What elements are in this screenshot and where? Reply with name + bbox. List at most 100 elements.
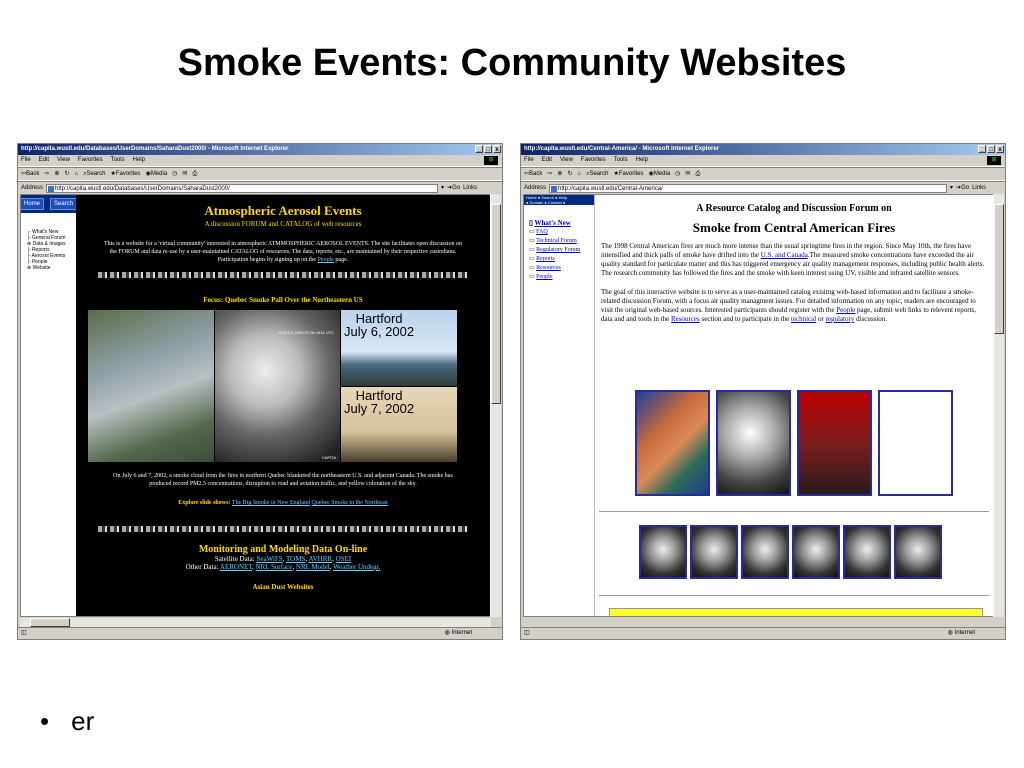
scroll-thumb[interactable] (994, 204, 1004, 334)
print-icon[interactable]: ⎙ (192, 168, 197, 180)
side-link-resources[interactable]: ▭ Resources (529, 264, 594, 273)
satellite-thumbnail[interactable] (690, 525, 738, 579)
horizontal-scrollbar[interactable] (20, 618, 491, 627)
toms-link[interactable]: TOMS (286, 555, 305, 563)
menu-view[interactable]: View (57, 155, 70, 166)
seawifs-link[interactable]: SeaWiFS (256, 555, 282, 563)
forward-icon[interactable]: ⇨ (44, 168, 49, 180)
technical-link[interactable]: technical (791, 315, 816, 323)
history-icon[interactable]: ◷ (172, 168, 177, 180)
satellite-thumbnail[interactable] (894, 525, 942, 579)
scroll-thumb[interactable] (491, 204, 501, 404)
vertical-scrollbar[interactable] (993, 194, 1004, 617)
forward-icon[interactable]: ⇨ (547, 168, 552, 180)
favorites-button[interactable]: ★Favorites (110, 168, 140, 180)
satellite-thumbnail[interactable] (639, 525, 687, 579)
us-canada-link[interactable]: U.S. and Canada (761, 251, 808, 259)
menu-help[interactable]: Help (636, 155, 648, 166)
hartford-photo-july7: Hartford July 7, 2002 (341, 387, 457, 462)
internet-zone: ◍ Internet (947, 630, 975, 636)
close-button[interactable]: x (493, 145, 501, 153)
menu-file[interactable]: File (524, 155, 534, 166)
satellite-thumbnail[interactable] (843, 525, 891, 579)
tree-item[interactable]: ⊕ Website (27, 265, 76, 271)
menu-file[interactable]: File (21, 155, 31, 166)
nrl-model-link[interactable]: NRL Model (296, 563, 330, 571)
side-link-faq[interactable]: ▭ FAQ (529, 228, 594, 237)
side-link-whats-new[interactable]: ▯ What's New (529, 219, 594, 228)
maximize-button[interactable]: □ (987, 145, 995, 153)
stop-icon[interactable]: ⊗ (557, 168, 562, 180)
menu-edit[interactable]: Edit (39, 155, 49, 166)
status-bar: ◫ ◍ Internet (521, 627, 1005, 639)
home-icon[interactable]: ⌂ (577, 168, 581, 180)
home-nav-button[interactable]: Home (21, 198, 44, 210)
close-button[interactable]: x (996, 145, 1004, 153)
weather-underground-link[interactable]: Weather Undegr. (333, 563, 380, 571)
minimize-button[interactable]: _ (978, 145, 986, 153)
page-icon (551, 185, 558, 192)
regulatory-link[interactable]: regulatory (826, 315, 855, 323)
sky-photo-smoke[interactable] (797, 390, 872, 496)
favorites-button[interactable]: ★Favorites (613, 168, 643, 180)
menu-view[interactable]: View (560, 155, 573, 166)
menu-edit[interactable]: Edit (542, 155, 552, 166)
address-input[interactable]: http://capita.wustl.edu/Central-America/ (549, 183, 948, 193)
resources-link[interactable]: Resources (671, 315, 700, 323)
satellite-image-color[interactable] (635, 390, 710, 496)
top-nav-strip[interactable]: Home ● Search ● Help ● Domain ● Contact … (524, 195, 594, 205)
vertical-scrollbar[interactable] (490, 194, 501, 617)
minimize-button[interactable]: _ (475, 145, 483, 153)
back-button[interactable]: ⇦Back (524, 168, 542, 180)
mail-icon[interactable]: ✉ (685, 168, 690, 180)
satellite-thumbnail[interactable] (792, 525, 840, 579)
menu-tools[interactable]: Tools (614, 155, 628, 166)
side-link-regulatory-forum[interactable]: ▭ Regulatory Forum (529, 246, 594, 255)
osei-link[interactable]: OSEI (336, 555, 352, 563)
back-button[interactable]: ⇦Back (21, 168, 39, 180)
aeronet-link[interactable]: AERONET (220, 563, 252, 571)
slideshow-link-new-england[interactable]: The Big Smoke in New England (232, 500, 310, 506)
menu-tools[interactable]: Tools (111, 155, 125, 166)
links-button[interactable]: Links (463, 182, 477, 194)
folder-icon: ▭ (529, 247, 535, 253)
print-icon[interactable]: ⎙ (695, 168, 700, 180)
avhrr-link[interactable]: AVHRR (308, 555, 332, 563)
divider (599, 595, 989, 596)
menu-favorites[interactable]: Favorites (581, 155, 606, 166)
side-link-reports[interactable]: ▭ Reports (529, 255, 594, 264)
satellite-thumbnail[interactable] (741, 525, 789, 579)
home-icon[interactable]: ⌂ (74, 168, 78, 180)
address-dropdown-icon[interactable]: ▾ (441, 182, 444, 194)
media-button[interactable]: ◉Media (649, 168, 671, 180)
nrl-surface-link[interactable]: NRL Surface (256, 563, 293, 571)
status-bar: ◫ ◍ Internet (18, 627, 502, 639)
people-link[interactable]: People (318, 257, 334, 263)
side-link-technical-forum[interactable]: ▭ Technical Forum (529, 237, 594, 246)
address-dropdown-icon[interactable]: ▾ (950, 182, 953, 194)
pm-timeseries-chart[interactable] (878, 390, 953, 496)
links-button[interactable]: Links (972, 182, 986, 194)
go-button[interactable]: ➜Go (956, 182, 969, 194)
scroll-thumb[interactable] (30, 618, 70, 627)
search-button[interactable]: ⌕Search (586, 168, 608, 180)
bulletins-header[interactable]: Bulletins (609, 608, 983, 616)
satellite-image-clouds[interactable] (716, 390, 791, 496)
maximize-button[interactable]: □ (484, 145, 492, 153)
go-button[interactable]: ➜Go (447, 182, 460, 194)
search-nav-button[interactable]: Search (50, 198, 78, 210)
refresh-icon[interactable]: ↻ (567, 168, 572, 180)
people-link[interactable]: People (836, 306, 855, 314)
search-button[interactable]: ⌕Search (83, 168, 105, 180)
address-input[interactable]: http://capita.wustl.edu/Databases/UserDo… (46, 183, 439, 193)
window-title: http://capita.wustl.edu/Databases/UserDo… (21, 146, 289, 152)
menu-help[interactable]: Help (133, 155, 145, 166)
media-button[interactable]: ◉Media (146, 168, 168, 180)
menu-favorites[interactable]: Favorites (78, 155, 103, 166)
history-icon[interactable]: ◷ (675, 168, 680, 180)
side-link-people[interactable]: ▭ People (529, 273, 594, 282)
refresh-icon[interactable]: ↻ (64, 168, 69, 180)
stop-icon[interactable]: ⊗ (54, 168, 59, 180)
mail-icon[interactable]: ✉ (182, 168, 187, 180)
slideshow-link-northeast[interactable]: Quebec Smoke in the Northeast (311, 500, 387, 506)
